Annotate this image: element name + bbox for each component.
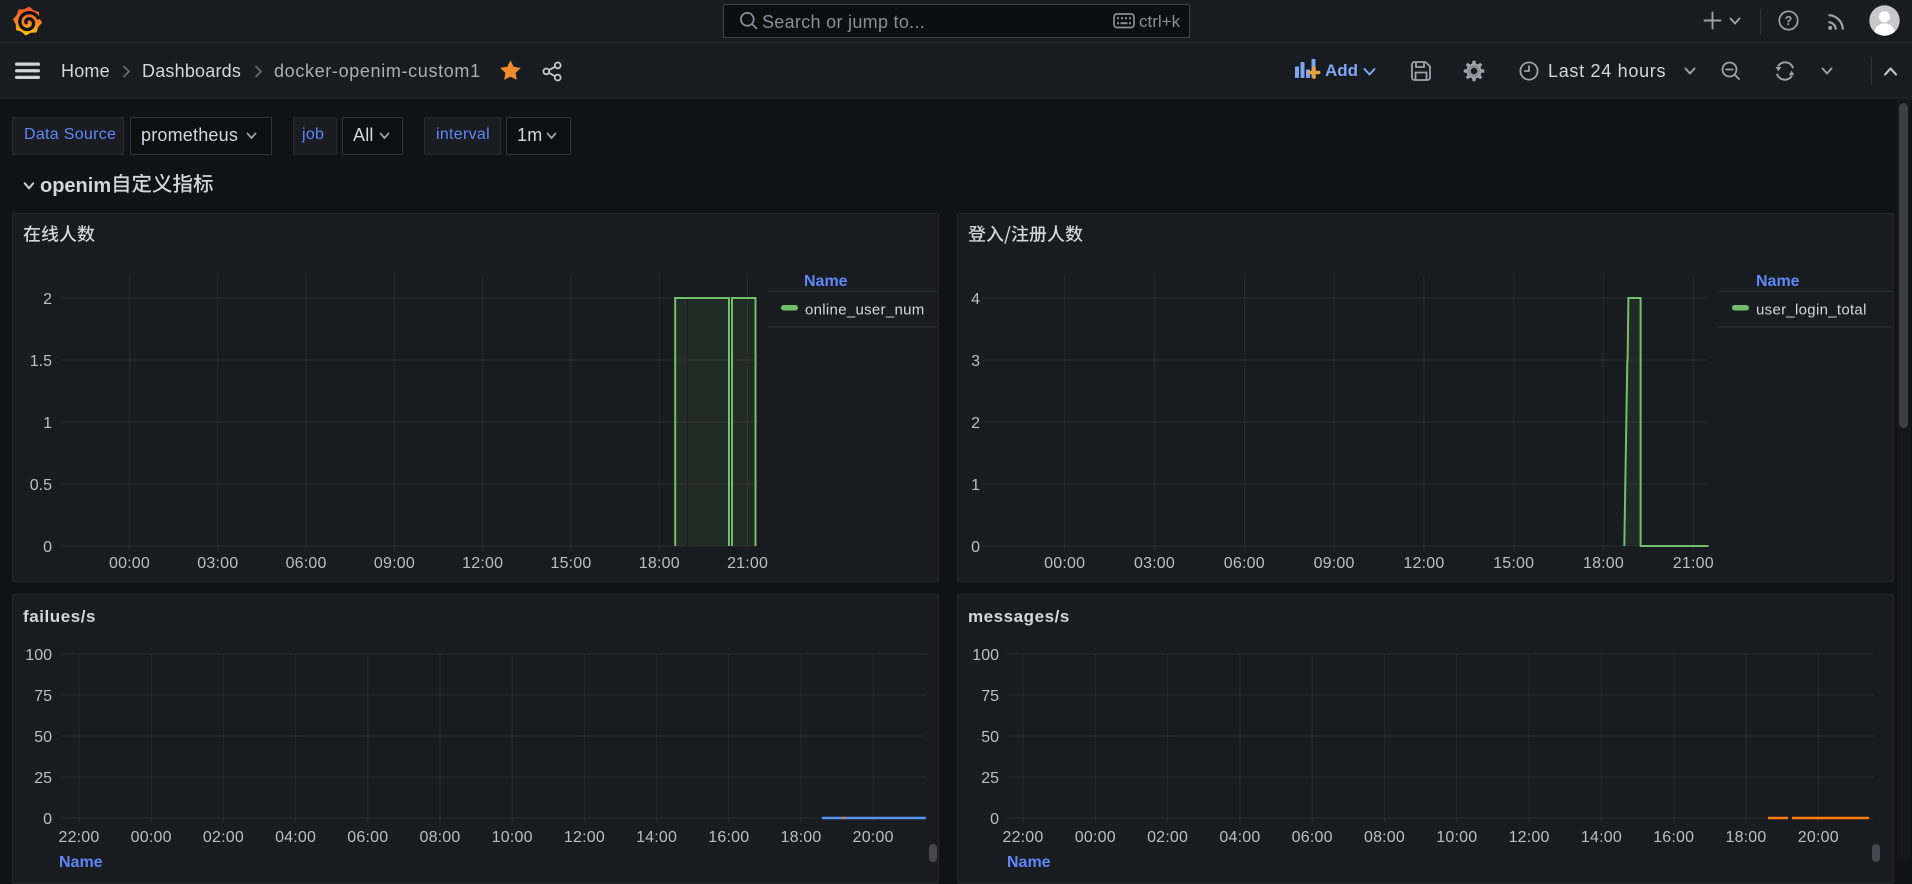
svg-text:3: 3 [971,353,980,370]
svg-text:10:00: 10:00 [1436,829,1477,846]
svg-text:22:00: 22:00 [1002,829,1043,846]
svg-text:22:00: 22:00 [58,829,99,846]
svg-text:16:00: 16:00 [708,829,749,846]
svg-text:09:00: 09:00 [374,555,415,572]
svg-text:25: 25 [981,770,999,787]
svg-text:Name: Name [59,854,103,871]
svg-text:00:00: 00:00 [1075,829,1116,846]
svg-text:03:00: 03:00 [197,555,238,572]
svg-text:04:00: 04:00 [1219,829,1260,846]
svg-text:0: 0 [43,811,52,828]
svg-text:02:00: 02:00 [203,829,244,846]
svg-text:12:00: 12:00 [462,555,503,572]
svg-text:20:00: 20:00 [1798,829,1839,846]
svg-text:18:00: 18:00 [780,829,821,846]
svg-text:21:00: 21:00 [1673,555,1714,572]
svg-text:09:00: 09:00 [1314,555,1355,572]
svg-text:02:00: 02:00 [1147,829,1188,846]
svg-text:0: 0 [990,811,999,828]
svg-text:user_login_total: user_login_total [1756,302,1867,319]
svg-text:00:00: 00:00 [131,829,172,846]
svg-text:Name: Name [1756,273,1800,290]
svg-text:08:00: 08:00 [1364,829,1405,846]
svg-text:03:00: 03:00 [1134,555,1175,572]
svg-text:2: 2 [43,291,52,308]
svg-text:1: 1 [43,415,52,432]
svg-text:75: 75 [981,688,999,705]
svg-text:Name: Name [1007,854,1051,871]
svg-text:12:00: 12:00 [564,829,605,846]
svg-text:18:00: 18:00 [1725,829,1766,846]
svg-text:08:00: 08:00 [419,829,460,846]
svg-text:0.5: 0.5 [30,477,52,494]
svg-text:75: 75 [34,688,52,705]
svg-text:14:00: 14:00 [1581,829,1622,846]
svg-text:15:00: 15:00 [1493,555,1534,572]
svg-text:14:00: 14:00 [636,829,677,846]
svg-text:12:00: 12:00 [1403,555,1444,572]
svg-text:21:00: 21:00 [727,555,768,572]
svg-text:1: 1 [971,477,980,494]
svg-text:2: 2 [971,415,980,432]
svg-text:10:00: 10:00 [492,829,533,846]
svg-text:12:00: 12:00 [1509,829,1550,846]
svg-text:0: 0 [971,539,980,556]
svg-text:04:00: 04:00 [275,829,316,846]
svg-text:18:00: 18:00 [1583,555,1624,572]
svg-text:50: 50 [34,729,52,746]
svg-text:100: 100 [25,647,52,664]
svg-text:50: 50 [981,729,999,746]
svg-text:25: 25 [34,770,52,787]
svg-text:0: 0 [43,539,52,556]
svg-text:20:00: 20:00 [853,829,894,846]
svg-text:16:00: 16:00 [1653,829,1694,846]
svg-text:100: 100 [972,647,999,664]
svg-text:online_user_num: online_user_num [805,302,925,319]
svg-text:1.5: 1.5 [30,353,52,370]
svg-text:18:00: 18:00 [639,555,680,572]
svg-text:06:00: 06:00 [286,555,327,572]
svg-text:15:00: 15:00 [550,555,591,572]
svg-text:00:00: 00:00 [1044,555,1085,572]
svg-text:06:00: 06:00 [1224,555,1265,572]
svg-text:?: ? [1785,14,1793,28]
svg-text:4: 4 [971,291,980,308]
svg-text:00:00: 00:00 [109,555,150,572]
svg-text:06:00: 06:00 [347,829,388,846]
svg-text:Name: Name [804,273,848,290]
svg-text:06:00: 06:00 [1292,829,1333,846]
